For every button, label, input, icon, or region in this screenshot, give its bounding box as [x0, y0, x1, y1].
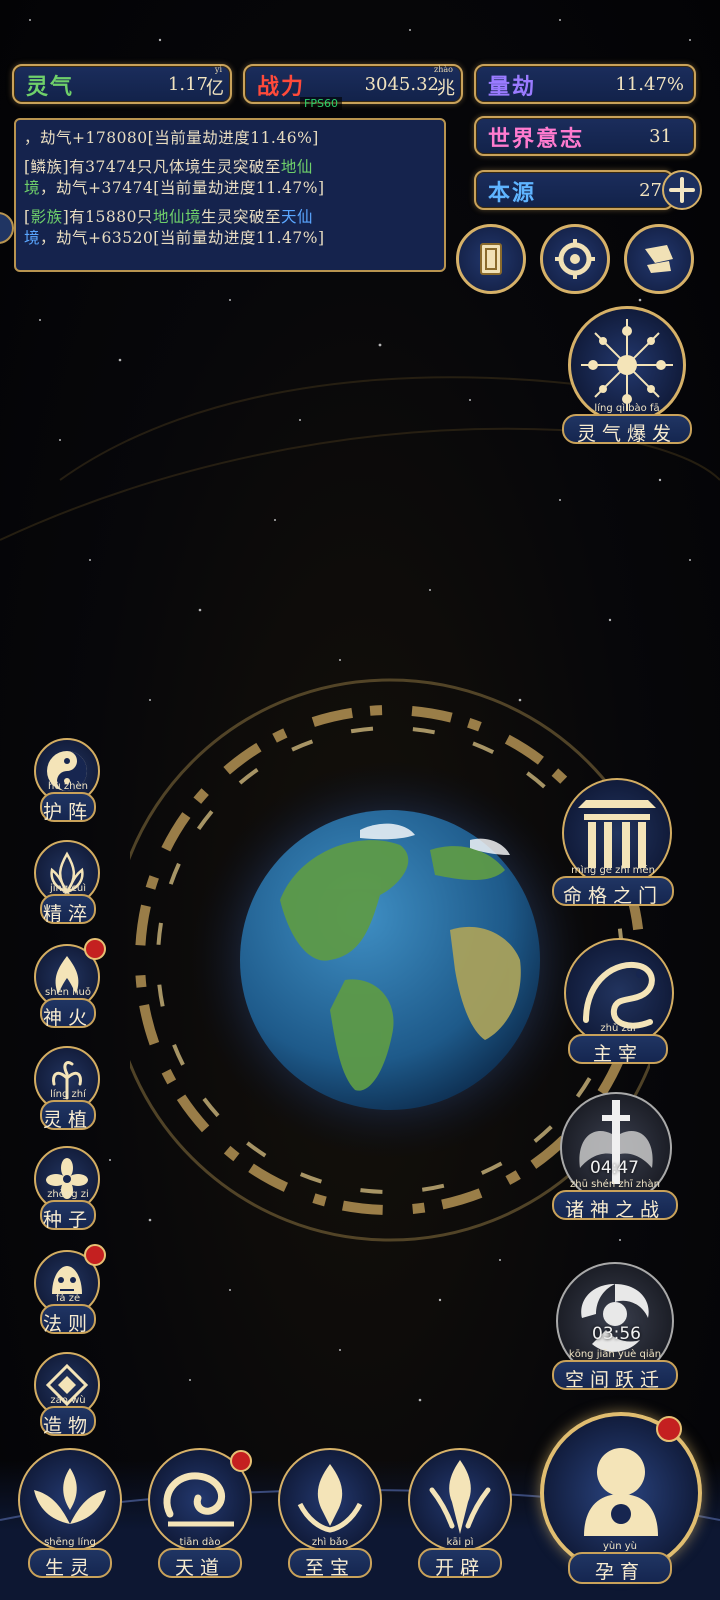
shen-huo-button[interactable]: shén huǒ 神火: [24, 938, 108, 1038]
countdown-timer: 04:47: [590, 1158, 639, 1178]
kai-pi-button[interactable]: kāi pì 开辟: [402, 1448, 518, 1600]
side-tab-handle[interactable]: [0, 212, 14, 244]
sheng-ling-button[interactable]: shēng líng 生灵: [12, 1448, 128, 1600]
lingqi-label: 灵气: [26, 74, 75, 100]
liangjie-label: 量劫: [488, 74, 537, 100]
event-log: ，劫气+178080[当前量劫进度11.46%] [鳞族]有37474只凡体境生…: [14, 118, 446, 272]
ming-ge-gate-button[interactable]: mìng gé zhī mén 命格之门: [552, 778, 682, 930]
lingqi-burst-button[interactable]: líng qì bào fā 灵气爆发: [562, 306, 692, 446]
countdown-timer: 03:56: [592, 1324, 641, 1344]
zhanli-unit: 兆: [437, 78, 455, 99]
notification-badge: [656, 1416, 682, 1442]
scroll-button[interactable]: [624, 224, 694, 294]
jing-cui-button[interactable]: jīng cuì 精淬: [24, 840, 108, 934]
zhanli-label: 战力: [257, 74, 306, 100]
benyuan-stat: 本源 27: [474, 170, 674, 210]
log-line: [影族]有15880只地仙境生灵突破至天仙: [24, 208, 313, 226]
zao-wu-button[interactable]: zào wù 造物: [24, 1352, 108, 1446]
liangjie-stat: 量劫 11.47%: [474, 64, 696, 104]
lingqi-stat: 灵气 1.17 yì 亿: [12, 64, 232, 104]
benyuan-label: 本源: [488, 180, 537, 206]
lingqi-burst-label: líng qì bào fā 灵气爆发: [562, 403, 692, 445]
shijie-value: 31: [649, 126, 672, 147]
fps-counter: FPS60: [300, 97, 342, 110]
lingqi-unit-ruby: yì: [214, 65, 222, 74]
lingqi-value: 1.17: [167, 74, 208, 95]
notification-badge: [84, 1244, 106, 1266]
benyuan-value: 27: [639, 180, 662, 201]
phoenix-icon: [34, 1468, 106, 1524]
settings-button[interactable]: [540, 224, 610, 294]
zhanli-stat: 战力 3045.32 zhào 兆: [243, 64, 463, 104]
plus-icon: [669, 177, 695, 203]
liangjie-value: 11.47%: [615, 74, 684, 95]
ling-zhi-button[interactable]: líng zhí 灵植: [24, 1046, 108, 1140]
add-benyuan-button[interactable]: [662, 170, 702, 210]
zhanli-value: 3045.32: [364, 74, 439, 95]
shijie-stat: 世界意志 31: [474, 116, 696, 156]
notification-badge: [84, 938, 106, 960]
card-icon: [480, 243, 502, 275]
axe-flame-icon: [429, 1460, 491, 1534]
scroll-icon: [645, 245, 673, 273]
hu-zhen-button[interactable]: hù zhèn 护阵: [24, 738, 108, 832]
space-jump-button[interactable]: 03:56 kōng jiān yuè qiān 空间跃迁: [552, 1262, 682, 1412]
tian-dao-button[interactable]: tiān dào 天道: [142, 1448, 258, 1600]
card-button[interactable]: [456, 224, 526, 294]
yun-yu-button[interactable]: yùn yù 孕育: [538, 1412, 708, 1600]
log-line: ，劫气+178080[当前量劫进度11.46%]: [24, 129, 319, 147]
log-line: [鳞族]有37474只凡体境生灵突破至地仙: [24, 158, 313, 176]
zhu-shen-war-button[interactable]: 04:47 zhū shén zhī zhàn 诸神之战: [552, 1092, 682, 1242]
treasure-icon: [297, 1464, 363, 1533]
fa-ze-button[interactable]: fǎ zé 法则: [24, 1244, 108, 1344]
zhong-zi-button[interactable]: zhǒng zi 种子: [24, 1146, 108, 1240]
log-line: 境，劫气+63520[当前量劫进度11.47%]: [24, 229, 325, 247]
gear-icon: [555, 239, 595, 279]
log-line: 境，劫气+37474[当前量劫进度11.47%]: [24, 179, 325, 197]
notification-badge: [230, 1450, 252, 1472]
zhanli-unit-ruby: zhào: [434, 65, 453, 74]
shijie-label: 世界意志: [488, 126, 585, 152]
lingqi-unit: 亿: [206, 78, 224, 99]
zhi-bao-button[interactable]: zhì bǎo 至宝: [272, 1448, 388, 1600]
zhu-zai-button[interactable]: zhǔ zǎi 主宰: [560, 938, 680, 1088]
